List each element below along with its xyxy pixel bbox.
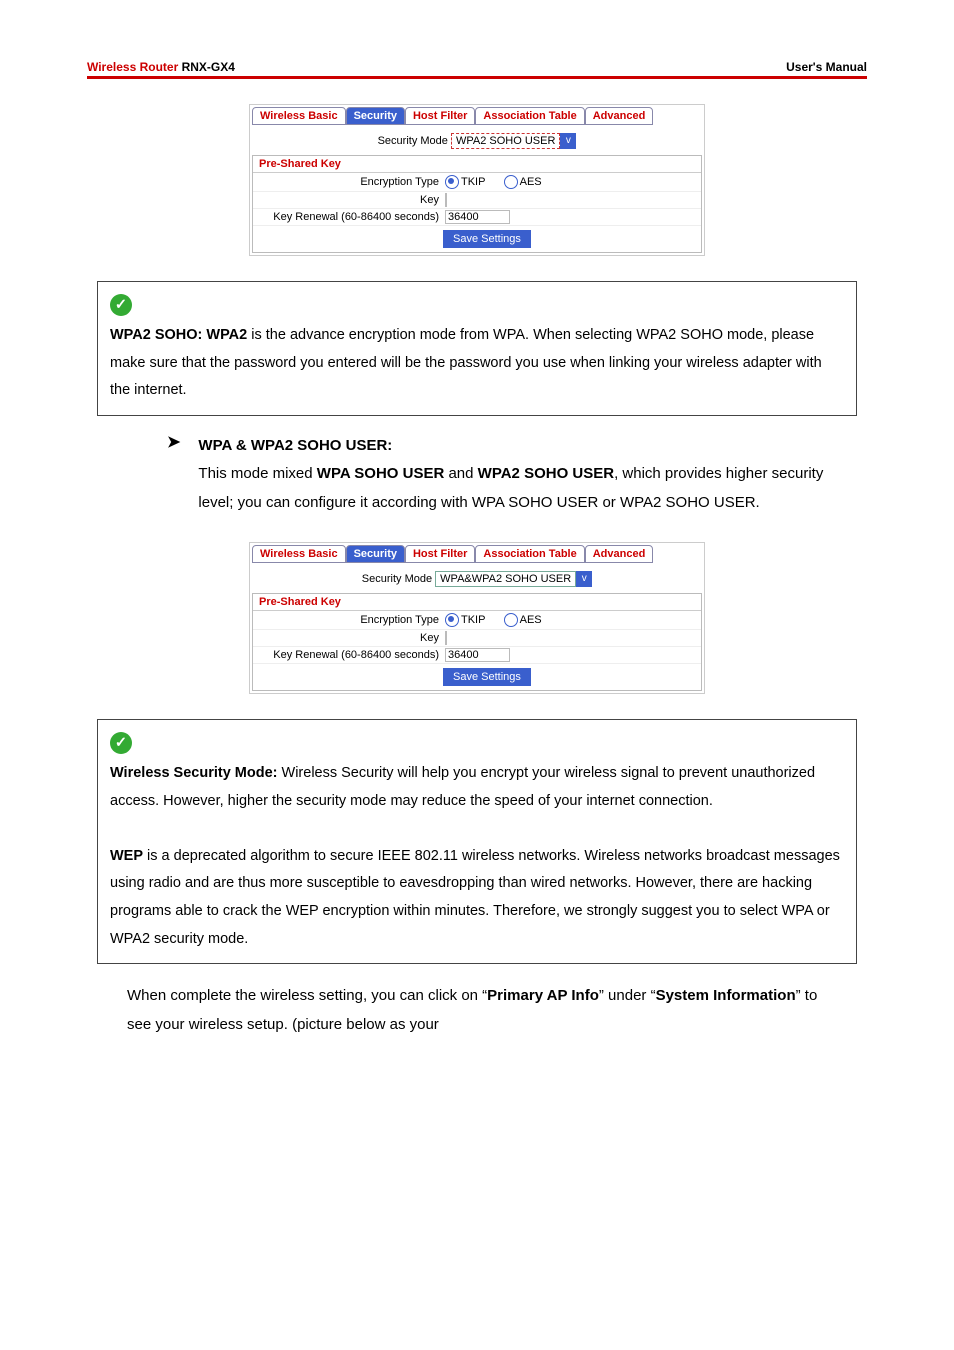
tab-advanced-2[interactable]: Advanced (585, 545, 654, 563)
security-mode-label: Security Mode (378, 135, 448, 147)
tab-bar-2: Wireless Basic Security Host Filter Asso… (252, 545, 702, 563)
radio-tkip[interactable] (445, 175, 459, 189)
header-left: Wireless Router RNX-GX4 (87, 60, 235, 74)
tab-bar: Wireless Basic Security Host Filter Asso… (252, 107, 702, 125)
save-settings-button[interactable]: Save Settings (443, 230, 531, 248)
key-input-2[interactable] (445, 631, 447, 645)
tab-association-table[interactable]: Association Table (475, 107, 584, 125)
security-mode-row-2: Security Mode WPA&WPA2 SOHO USERv (252, 571, 702, 587)
header-right: User's Manual (786, 60, 867, 74)
chevron-down-icon-2[interactable]: v (576, 571, 592, 587)
key-row-2: Key (253, 630, 701, 647)
note-wireless-security: ✓ Wireless Security Mode: Wireless Secur… (97, 719, 857, 964)
psk-heading-2: Pre-Shared Key (253, 594, 701, 611)
screenshot-wpa-wpa2-soho: Wireless Basic Security Host Filter Asso… (249, 542, 705, 694)
note1-bold: WPA2 SOHO: WPA2 (110, 327, 247, 343)
security-mode-select[interactable]: WPA2 SOHO USER (451, 133, 560, 149)
tab-host-filter[interactable]: Host Filter (405, 107, 475, 125)
bullet-text: WPA & WPA2 SOHO USER: This mode mixed WP… (198, 432, 857, 518)
note-wpa2-soho: ✓ WPA2 SOHO: WPA2 is the advance encrypt… (97, 281, 857, 416)
tab-association-table-2[interactable]: Association Table (475, 545, 584, 563)
check-icon: ✓ (110, 294, 132, 316)
key-row: Key (253, 192, 701, 209)
chevron-down-icon[interactable]: v (560, 133, 576, 149)
page-header: Wireless Router RNX-GX4 User's Manual (87, 60, 867, 79)
check-icon-2: ✓ (110, 732, 132, 754)
encryption-type-row-2: Encryption Type TKIP AES (253, 611, 701, 630)
radio-aes-label: AES (520, 176, 542, 188)
note2-p2: is a deprecated algorithm to secure IEEE… (110, 848, 840, 947)
product-line: Wireless Router (87, 60, 178, 74)
security-mode-label-2: Security Mode (362, 573, 432, 585)
tab-security-2[interactable]: Security (346, 545, 405, 563)
key-input[interactable] (445, 193, 447, 207)
tab-security[interactable]: Security (346, 107, 405, 125)
save-settings-button-2[interactable]: Save Settings (443, 668, 531, 686)
pre-shared-key-panel-2: Pre-Shared Key Encryption Type TKIP AES … (252, 593, 702, 691)
tab-wireless-basic-2[interactable]: Wireless Basic (252, 545, 346, 563)
radio-aes-2[interactable] (504, 613, 518, 627)
product-model: RNX-GX4 (178, 60, 235, 74)
screenshot-wpa2-soho: Wireless Basic Security Host Filter Asso… (249, 104, 705, 256)
psk-heading: Pre-Shared Key (253, 156, 701, 173)
tab-advanced[interactable]: Advanced (585, 107, 654, 125)
note2-bold1: Wireless Security Mode: (110, 765, 277, 781)
key-renewal-value-2[interactable]: 36400 (445, 648, 510, 662)
key-renewal-row-2: Key Renewal (60-86400 seconds) 36400 (253, 647, 701, 664)
security-mode-select-2[interactable]: WPA&WPA2 SOHO USER (435, 571, 576, 587)
key-renewal-label: Key Renewal (60-86400 seconds) (259, 211, 445, 223)
page: Wireless Router RNX-GX4 User's Manual Wi… (87, 0, 867, 1079)
radio-tkip-label: TKIP (461, 176, 485, 188)
bullet-title: WPA & WPA2 SOHO USER: (198, 437, 392, 454)
tab-host-filter-2[interactable]: Host Filter (405, 545, 475, 563)
encryption-type-row: Encryption Type TKIP AES (253, 173, 701, 192)
arrow-icon: ➤ (167, 432, 180, 518)
bullet-wpa-wpa2: ➤ WPA & WPA2 SOHO USER: This mode mixed … (167, 432, 857, 518)
encryption-type-label: Encryption Type (259, 176, 445, 188)
radio-tkip-2[interactable] (445, 613, 459, 627)
security-mode-row: Security Mode WPA2 SOHO USERv (252, 133, 702, 149)
closing-paragraph: When complete the wireless setting, you … (127, 982, 827, 1039)
tab-wireless-basic[interactable]: Wireless Basic (252, 107, 346, 125)
key-label: Key (259, 194, 445, 206)
key-renewal-value[interactable]: 36400 (445, 210, 510, 224)
radio-aes[interactable] (504, 175, 518, 189)
key-renewal-row: Key Renewal (60-86400 seconds) 36400 (253, 209, 701, 226)
pre-shared-key-panel: Pre-Shared Key Encryption Type TKIP AES … (252, 155, 702, 253)
note2-bold2: WEP (110, 848, 143, 864)
